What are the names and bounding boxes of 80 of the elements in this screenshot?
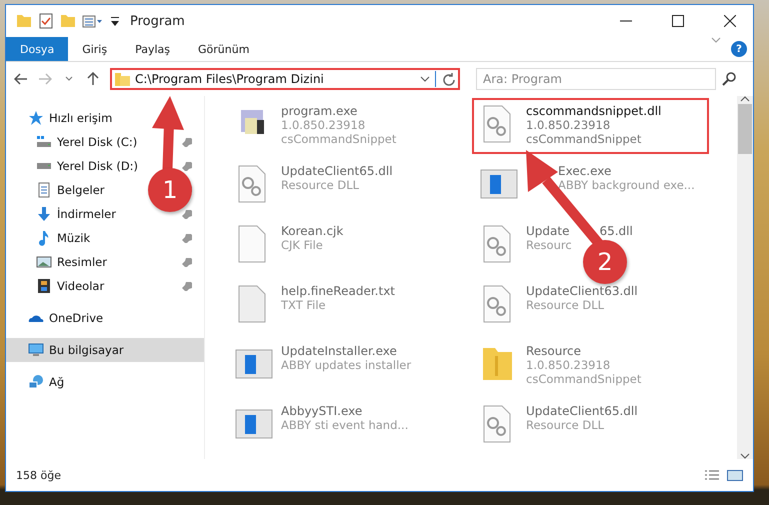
file-detail: csCommandSnippet: [281, 132, 396, 146]
refresh-icon: [441, 72, 455, 86]
file-name: Update: [526, 224, 570, 238]
up-arrow-icon: [87, 72, 99, 86]
file-detail: csCommandSnippet: [526, 132, 642, 146]
properties-icon: [82, 14, 104, 28]
file-detail: csCommandSnippet: [526, 372, 642, 386]
minimize-icon: [620, 20, 632, 22]
folder-icon: [115, 72, 130, 86]
computer-icon: [28, 342, 44, 358]
sidebar-item[interactable]: Resimler: [57, 255, 107, 269]
file-detail: Resource DLL: [526, 298, 606, 312]
file-name: Exec.exe: [557, 164, 612, 178]
tiles-view-icon[interactable]: [727, 470, 743, 480]
search-field[interactable]: Ara: Program: [476, 68, 716, 90]
file-detail: Resource DLL: [526, 418, 606, 432]
file-name: 65.dll: [599, 224, 633, 238]
forward-arrow-icon: [38, 73, 52, 85]
sidebar-item[interactable]: Videolar: [57, 279, 104, 293]
file-name: cscommandsnippet.dll: [526, 104, 662, 118]
selected-file[interactable]: cscommandsnippet.dll 1.0.850.23918 csCommandSnippet: [472, 98, 709, 154]
ribbon-tab[interactable]: Dosya: [6, 37, 68, 61]
file-name: AbbyySTI.exe: [281, 404, 362, 418]
file-detail: 1.0.850.23918: [526, 358, 612, 372]
chevron-icon: [65, 76, 73, 82]
scrollbar-thumb[interactable]: [738, 104, 752, 154]
help-button[interactable]: ?: [731, 41, 747, 57]
cloud-icon: [28, 314, 44, 322]
file-name: UpdateClient65.dll: [526, 404, 638, 418]
folder-icon: [16, 15, 32, 27]
pictures-icon: [36, 254, 52, 270]
checklist-icon: [38, 13, 54, 29]
scrollbar[interactable]: [737, 96, 753, 459]
address-path: C:\Program Files\Program Dizini: [135, 72, 324, 86]
scroll-down-icon: [740, 453, 750, 459]
sidebar-item[interactable]: Yerel Disk (D:): [57, 159, 138, 173]
close-icon: [724, 15, 736, 27]
file-detail: 1.0.850.23918: [281, 118, 366, 132]
sidebar-item[interactable]: Yerel Disk (C:): [57, 135, 138, 149]
network-icon: [28, 374, 44, 390]
sidebar-item[interactable]: Hızlı erişim: [49, 111, 112, 125]
file-detail: ABBY sti event hand...: [281, 418, 408, 432]
window-title: Program: [130, 14, 185, 28]
file-detail: ABBY updates installer: [281, 358, 412, 372]
sidebar-item[interactable]: Müzik: [57, 231, 90, 245]
sidebar-item[interactable]: Ağ: [49, 375, 64, 389]
address-bar[interactable]: C:\Program Files\Program Dizini: [110, 68, 460, 90]
sidebar-item[interactable]: Bu bilgisayar: [49, 343, 124, 357]
file-name: help.fineReader.txt: [281, 284, 395, 298]
file-name: UpdateClient63.dll: [526, 284, 638, 298]
drive-icon: [36, 163, 52, 169]
file-detail: Resourc: [526, 238, 573, 252]
drive-icon: [36, 136, 52, 148]
back-arrow-icon: [14, 73, 28, 85]
file-detail: TXT File: [281, 298, 327, 312]
item-count: 158 öğe: [16, 468, 61, 482]
file-name: Korean.cjk: [281, 224, 344, 238]
star-icon: [28, 110, 44, 126]
file-detail: CJK File: [281, 238, 324, 252]
chevron-icon: [420, 76, 430, 82]
search-icon: [722, 72, 736, 86]
folder-icon: [60, 15, 76, 27]
dropdown-icon: [110, 16, 120, 26]
scroll-up-icon: [740, 96, 750, 102]
sidebar-item[interactable]: İndirmeler: [57, 207, 116, 221]
file-name: UpdateClient65.dll: [281, 164, 393, 178]
file-name: Resource: [526, 344, 582, 358]
film-icon: [36, 278, 52, 294]
sidebar-item[interactable]: OneDrive: [49, 311, 104, 325]
file-detail: Resource DLL: [281, 178, 360, 192]
download-icon: [36, 206, 52, 222]
file-detail: ABBY background exe...: [557, 178, 695, 192]
file-name: UpdateInstaller.exe: [281, 344, 397, 358]
file-detail: 1.0.850.23918: [526, 118, 612, 132]
chevron-icon: [711, 37, 721, 43]
document-icon: [36, 182, 52, 198]
sidebar-item[interactable]: Belgeler: [57, 183, 105, 197]
file-name: program.exe: [281, 104, 358, 118]
details-view-icon[interactable]: [705, 470, 719, 480]
maximize-icon: [672, 15, 684, 27]
